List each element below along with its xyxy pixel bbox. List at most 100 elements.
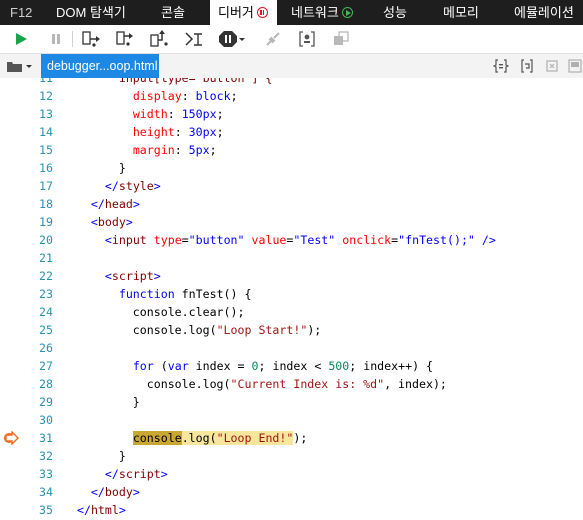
- line-number[interactable]: 33: [20, 465, 53, 483]
- line-number[interactable]: 19: [20, 213, 53, 231]
- tab-console[interactable]: 콘솔: [161, 0, 185, 25]
- code-line[interactable]: 28 console.log("Current Index is: %d", i…: [0, 375, 583, 393]
- tab-debugger[interactable]: 디버거: [210, 0, 277, 25]
- code-line[interactable]: 29 }: [0, 393, 583, 411]
- line-number[interactable]: 35: [20, 501, 53, 519]
- code-line[interactable]: 25 console.log("Loop Start!");: [0, 321, 583, 339]
- code-token: head: [104, 197, 133, 211]
- code-token: console.clear();: [63, 305, 245, 319]
- code-token: >: [153, 179, 161, 193]
- open-document-button[interactable]: [6, 58, 38, 74]
- record-icon[interactable]: [341, 7, 353, 18]
- source-map-button[interactable]: [543, 57, 561, 75]
- step-out-button[interactable]: [148, 29, 170, 49]
- code-token: 30px: [188, 125, 217, 139]
- code-token: );: [307, 323, 322, 337]
- code-line[interactable]: 19 <body>: [0, 213, 583, 231]
- code-line[interactable]: 24 console.clear();: [0, 303, 583, 321]
- pretty-print-button[interactable]: [330, 29, 352, 49]
- tab-network[interactable]: 네트워크: [291, 0, 353, 25]
- exception-behavior-dropdown[interactable]: [218, 29, 246, 49]
- line-number[interactable]: 25: [20, 321, 53, 339]
- continue-button[interactable]: [10, 29, 32, 49]
- line-number[interactable]: 13: [20, 105, 53, 123]
- code-token: index =: [188, 359, 252, 373]
- line-number[interactable]: 27: [20, 357, 53, 375]
- line-number[interactable]: 12: [20, 87, 53, 105]
- file-tab-label: debugger...oop.html: [47, 59, 158, 73]
- code-token: <: [90, 215, 98, 229]
- line-number[interactable]: 17: [20, 177, 53, 195]
- word-wrap-button[interactable]: [518, 57, 536, 75]
- code-line[interactable]: 26: [0, 339, 583, 357]
- code-line[interactable]: 16 }: [0, 159, 583, 177]
- code-token: ;: [216, 125, 224, 139]
- disconnect-button[interactable]: [262, 29, 284, 49]
- code-line[interactable]: 13 width: 150px;: [0, 105, 583, 123]
- toggle-panel-button[interactable]: [566, 57, 583, 75]
- code-line[interactable]: 33 </script>: [0, 465, 583, 483]
- code-text: </html>: [63, 501, 126, 519]
- code-token: :: [181, 89, 196, 103]
- code-line[interactable]: 21: [0, 249, 583, 267]
- code-line[interactable]: 12 display: block;: [0, 87, 583, 105]
- step-over-button[interactable]: [114, 29, 136, 49]
- format-button[interactable]: [492, 57, 510, 75]
- code-line[interactable]: 14 height: 30px;: [0, 123, 583, 141]
- line-number[interactable]: 29: [20, 393, 53, 411]
- exception-behavior-icon: [219, 31, 245, 47]
- code-token: />: [474, 233, 496, 247]
- tab-performance[interactable]: 성능: [383, 0, 407, 25]
- line-number[interactable]: 31: [20, 429, 53, 447]
- line-number[interactable]: 22: [20, 267, 53, 285]
- line-number[interactable]: 26: [20, 339, 53, 357]
- code-editor[interactable]: 11 input[type= button ] {12 display: blo…: [0, 78, 583, 520]
- code-token: >: [132, 485, 140, 499]
- code-token: </: [90, 485, 105, 499]
- tab-memory[interactable]: 메모리: [443, 0, 479, 25]
- file-tab-active[interactable]: debugger...oop.html: [41, 54, 159, 78]
- code-line[interactable]: 27 for (var index = 0; index < 500; inde…: [0, 357, 583, 375]
- break-on-new-worker-button[interactable]: [183, 29, 205, 49]
- line-number[interactable]: 15: [20, 141, 53, 159]
- code-line[interactable]: 31 console.log("Loop End!");: [0, 429, 583, 447]
- code-line[interactable]: 30: [0, 411, 583, 429]
- line-number[interactable]: 20: [20, 231, 53, 249]
- code-line[interactable]: 35 </html>: [0, 501, 583, 519]
- breakpoint-list-button[interactable]: [296, 29, 318, 49]
- code-line[interactable]: 18 </head>: [0, 195, 583, 213]
- line-number[interactable]: 18: [20, 195, 53, 213]
- code-token: </: [104, 179, 119, 193]
- code-line[interactable]: 15 margin: 5px;: [0, 141, 583, 159]
- code-line[interactable]: 34 </body>: [0, 483, 583, 501]
- line-number[interactable]: 14: [20, 123, 53, 141]
- code-line[interactable]: 22 <script>: [0, 267, 583, 285]
- tab-network-label: 네트워크: [291, 5, 339, 20]
- line-number[interactable]: 11: [20, 78, 53, 87]
- tab-dom-explorer[interactable]: DOM 탐색기: [56, 0, 126, 25]
- code-line[interactable]: 23 function fnTest() {: [0, 285, 583, 303]
- break-button[interactable]: [45, 29, 67, 49]
- code-line[interactable]: 11 input[type= button ] {: [0, 78, 583, 87]
- code-line[interactable]: 32 }: [0, 447, 583, 465]
- line-number[interactable]: 24: [20, 303, 53, 321]
- line-number[interactable]: 32: [20, 447, 53, 465]
- current-statement-arrow-icon[interactable]: [3, 431, 19, 445]
- code-token: </: [104, 467, 119, 481]
- step-into-button[interactable]: [80, 29, 102, 49]
- line-number[interactable]: 28: [20, 375, 53, 393]
- line-number[interactable]: 21: [20, 249, 53, 267]
- code-token: console: [132, 431, 182, 445]
- line-number[interactable]: 23: [20, 285, 53, 303]
- tab-emulation[interactable]: 에뮬레이션: [514, 0, 574, 25]
- code-line[interactable]: 17 </style>: [0, 177, 583, 195]
- line-number[interactable]: 16: [20, 159, 53, 177]
- code-token: type: [153, 233, 182, 247]
- line-number[interactable]: 34: [20, 483, 53, 501]
- line-number[interactable]: 30: [20, 411, 53, 429]
- code-line[interactable]: 20 <input type="button" value="Test" onc…: [0, 231, 583, 249]
